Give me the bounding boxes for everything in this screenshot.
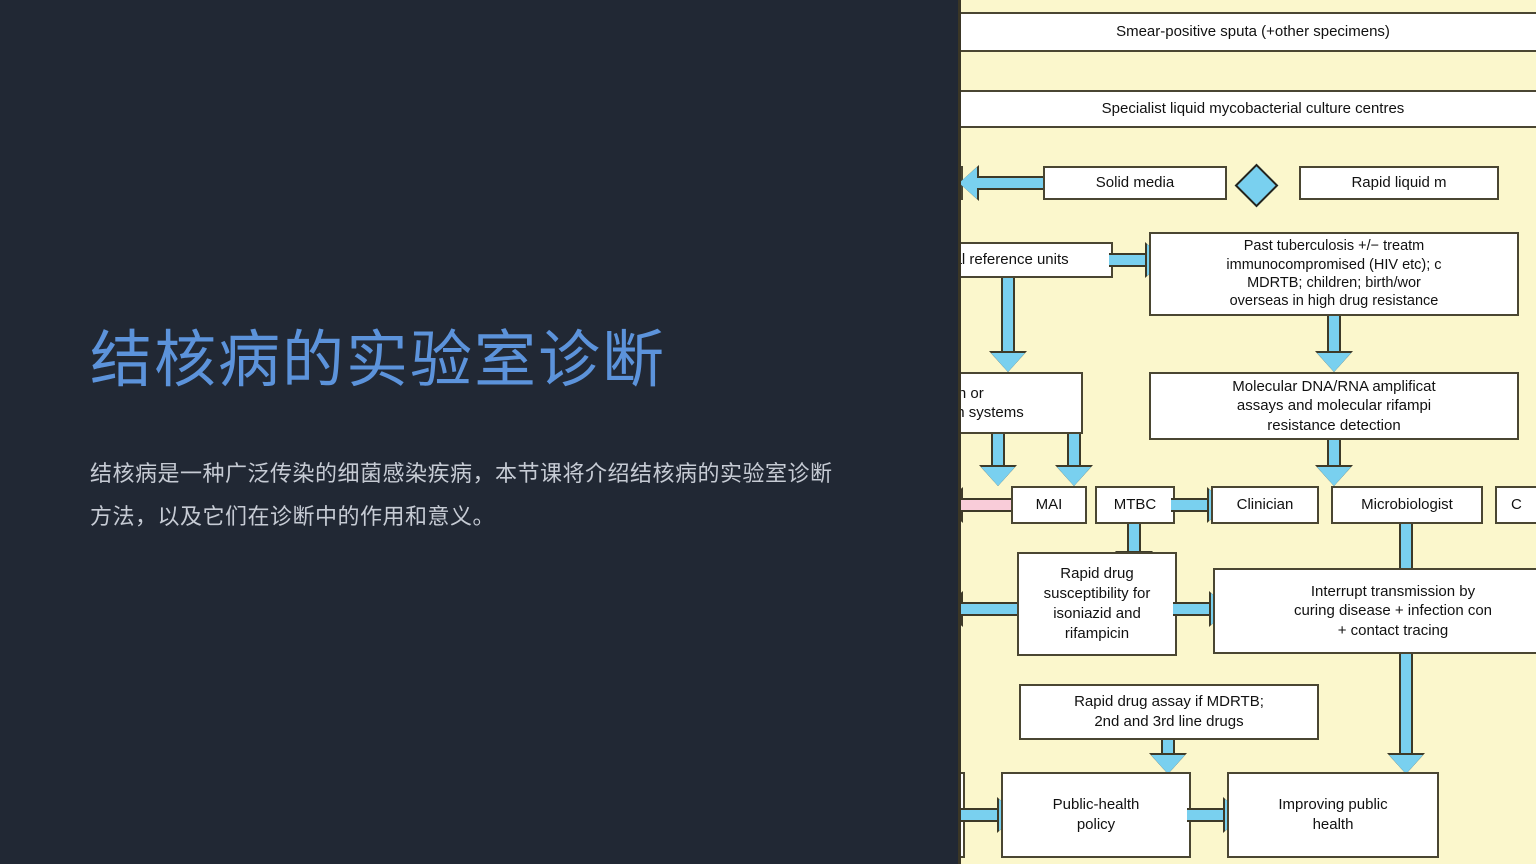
node-specialist-culture-centres: Specialist liquid mycobacterial culture … xyxy=(961,90,1536,128)
node-mai: MAI xyxy=(1011,486,1087,524)
node-rapid-liquid: Rapid liquid m xyxy=(1299,166,1499,200)
connector-diamond-solid-rapid xyxy=(1234,163,1279,208)
node-solid-media: Solid media xyxy=(1043,166,1227,200)
node-microbiologist: Microbiologist xyxy=(1331,486,1483,524)
node-clinician: Clinician xyxy=(1211,486,1319,524)
arrow-dna-hybridisation-to-mai xyxy=(979,434,1017,486)
node-reference-units: al or national reference units xyxy=(961,242,1113,278)
node-dna-hybridisation-text: DNA hybridisation or rable identifcation… xyxy=(958,384,1024,422)
node-rapid-drug-susceptibility: Rapid drug susceptibility for isoniazid … xyxy=(1017,552,1177,656)
node-rapid-drug-assay-mdrtb-text: Rapid drug assay if MDRTB; 2nd and 3rd l… xyxy=(1074,693,1264,730)
node-interrupt-transmission: Interrupt transmission by curing disease… xyxy=(1213,568,1536,654)
arrow-dna-hybridisation-to-mtbc xyxy=(1055,434,1093,486)
arrow-solid-media-to-positive-culture xyxy=(961,165,1047,201)
node-molecular-amplification-text: Molecular DNA/RNA amplificat assays and … xyxy=(1232,378,1436,434)
node-c-clipped: C xyxy=(1495,486,1536,524)
node-improving-public-health: Improving public health xyxy=(1227,772,1439,858)
flowchart-figure: Smear-positive sputa (+other specimens) … xyxy=(958,0,1536,864)
node-rapid-drug-susceptibility-text: Rapid drug susceptibility for isoniazid … xyxy=(1043,565,1151,642)
node-past-tuberculosis-text: Past tuberculosis +/− treatm immunocompr… xyxy=(1226,238,1442,310)
page-title: 结核病的实验室诊断 xyxy=(90,323,667,397)
node-rapid-drug-assay-mdrtb: Rapid drug assay if MDRTB; 2nd and 3rd l… xyxy=(1019,684,1319,740)
flowchart-canvas: Smear-positive sputa (+other specimens) … xyxy=(958,0,1536,864)
arrow-molecular-amplification-to-microbiologist xyxy=(1315,440,1353,486)
arrow-past-tb-to-molecular-amplification xyxy=(1315,316,1353,372)
slide-subtitle: 结核病是一种广泛传染的细菌感染疾病，本节课将介绍结核病的实验室诊断方法，以及它们… xyxy=(90,461,833,530)
arrow-interrupt-transmission-to-improving-health xyxy=(1387,654,1425,774)
arrow-mai-to-assays xyxy=(961,486,1015,524)
node-public-health-policy-text: Public-health policy xyxy=(1052,795,1140,833)
node-public-health-policy: Public-health policy xyxy=(1001,772,1191,858)
presentation-slide: 结核病的实验室诊断 结核病是一种广泛传染的细菌感染疾病，本节课将介绍结核病的实验… xyxy=(0,0,1536,864)
node-molecular-amplification: Molecular DNA/RNA amplificat assays and … xyxy=(1149,372,1519,440)
arrow-reference-units-to-dna-hybridisation xyxy=(989,278,1027,372)
node-dna-hybridisation: DNA hybridisation or rable identifcation… xyxy=(958,372,1083,434)
node-past-tuberculosis: Past tuberculosis +/− treatm immunocompr… xyxy=(1149,232,1519,316)
node-improving-public-health-text: Improving public health xyxy=(1278,795,1388,833)
node-interrupt-transmission-text: Interrupt transmission by curing disease… xyxy=(1293,582,1493,639)
node-smear-positive-sputa: Smear-positive sputa (+other specimens) xyxy=(961,12,1536,52)
arrow-susceptibility-to-primary-assays xyxy=(961,578,1021,640)
node-mtbc: MTBC xyxy=(1095,486,1175,524)
slide-text-panel: 结核病的实验室诊断 结核病是一种广泛传染的细菌感染疾病，本节课将介绍结核病的实验… xyxy=(0,0,958,864)
arrow-mdrtb-assay-to-public-health-policy xyxy=(1149,740,1187,774)
